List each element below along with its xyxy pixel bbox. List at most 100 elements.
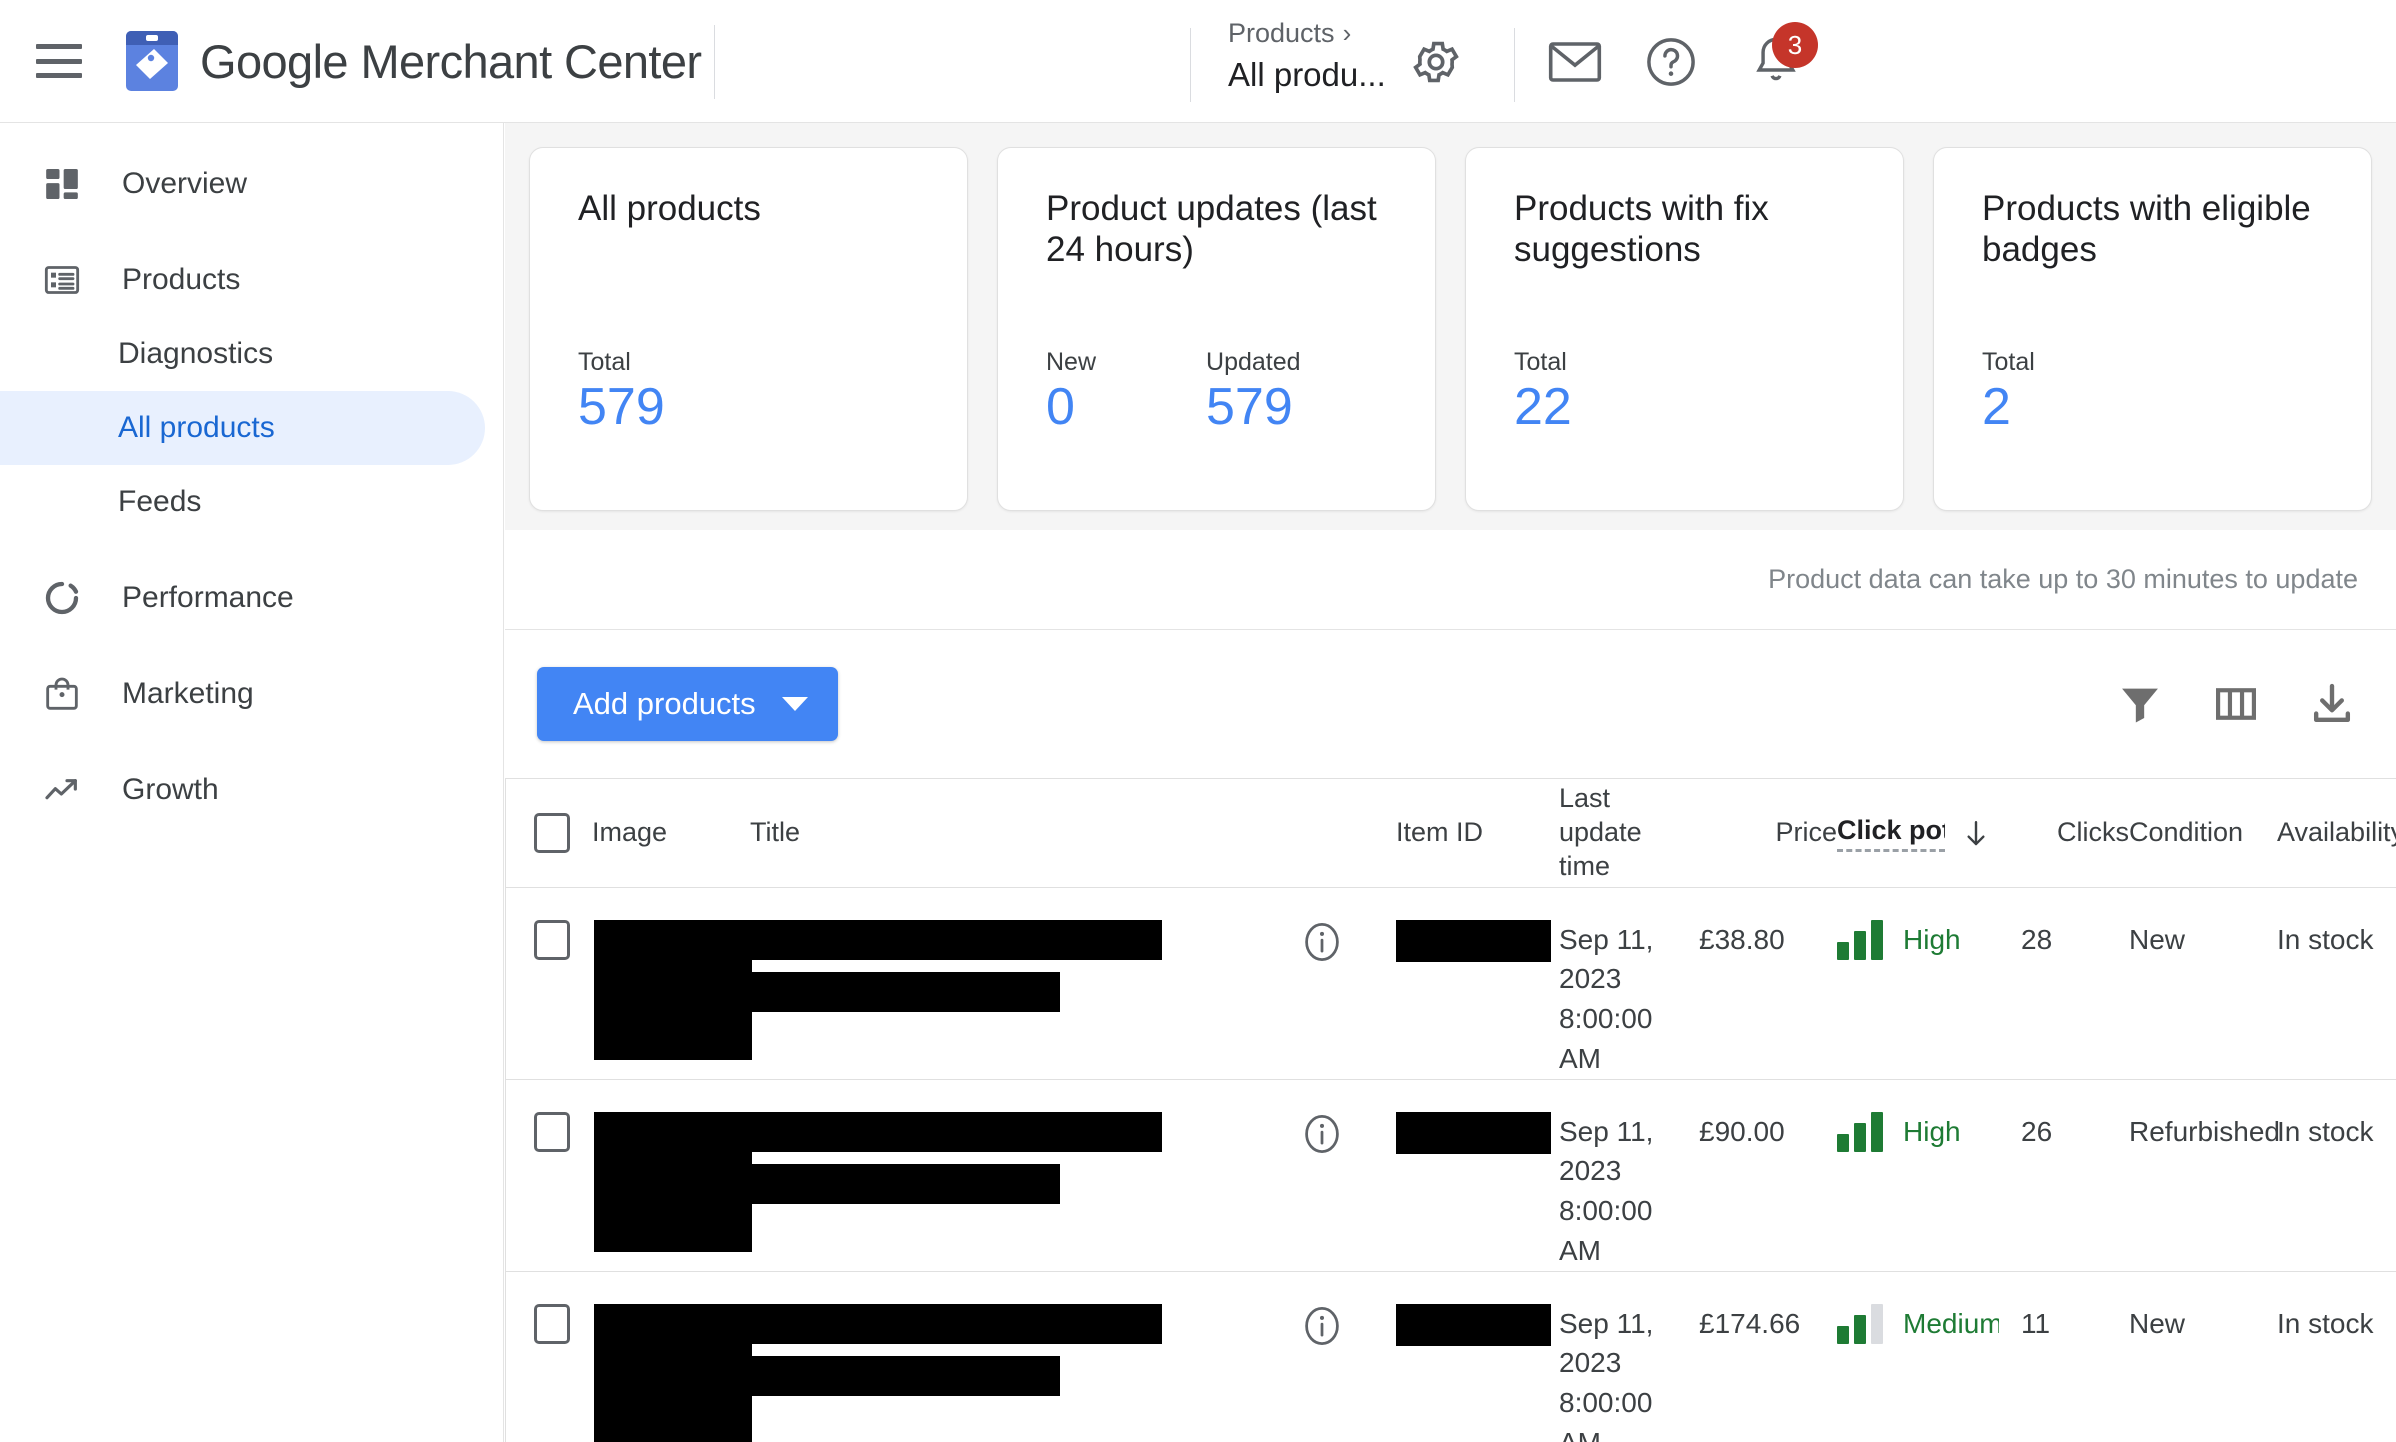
metric-label: Total xyxy=(1982,347,2035,376)
product-title-redacted xyxy=(750,1303,1162,1344)
summary-card-eligible-badges: Products with eligible badges Total 2 xyxy=(1933,147,2372,511)
item-id-redacted xyxy=(1396,919,1551,962)
brand-logo-group[interactable]: Google Merchant Center xyxy=(126,31,702,91)
condition-cell: New xyxy=(2129,1271,2277,1442)
click-potential-label: Medium xyxy=(1903,1307,1999,1339)
breadcrumb-parent[interactable]: Products xyxy=(1228,18,1335,49)
row-checkbox-cell xyxy=(506,1079,592,1272)
sidebar-item-label: All products xyxy=(118,411,275,444)
metric-value[interactable]: 579 xyxy=(578,378,665,436)
row-checkbox[interactable] xyxy=(534,1303,570,1344)
metric: Total 579 xyxy=(578,348,665,436)
hamburger-menu-icon[interactable] xyxy=(36,44,82,78)
card-title: All products xyxy=(578,189,761,228)
header-divider-1 xyxy=(714,25,715,99)
availability-cell: In stock xyxy=(2277,1271,2396,1442)
click-potential-bars-icon xyxy=(1837,1303,1883,1344)
card-metrics: Total 2 xyxy=(1982,348,2323,470)
metric-label: Total xyxy=(578,347,631,376)
download-icon[interactable] xyxy=(2304,676,2360,732)
mail-icon[interactable] xyxy=(1548,38,1602,86)
column-header-last-update-time[interactable]: Last update time xyxy=(1559,779,1699,888)
row-checkbox[interactable] xyxy=(534,1111,570,1152)
product-subtitle-redacted xyxy=(750,971,1060,1012)
info-icon[interactable] xyxy=(1300,1306,1344,1354)
product-title-redacted xyxy=(750,919,1162,960)
brand-title: Google Merchant Center xyxy=(200,34,702,89)
column-header-availability[interactable]: Availability xyxy=(2277,779,2396,888)
metric: Updated 579 xyxy=(1206,348,1301,436)
sidebar-item-label: Marketing xyxy=(122,677,254,710)
list-icon xyxy=(40,258,84,302)
sidebar-item-label: Feeds xyxy=(118,485,202,518)
sidebar-item-label: Products xyxy=(122,263,241,296)
sidebar-item-performance[interactable]: Performance xyxy=(0,561,485,635)
last-update-time-cell: Sep 11,2023 8:00:00 AM xyxy=(1559,1271,1699,1442)
column-header-click-potential[interactable]: Click potentia xyxy=(1837,779,2021,888)
chevron-right-icon: › xyxy=(1342,18,1352,48)
sidebar-item-products[interactable]: Products xyxy=(0,243,485,317)
row-checkbox[interactable] xyxy=(534,919,570,960)
sidebar-item-feeds[interactable]: Feeds xyxy=(0,465,485,539)
product-info-cell xyxy=(1300,1271,1396,1442)
app-header: Google Merchant Center Products › All pr… xyxy=(0,0,2396,123)
metric-value[interactable]: 22 xyxy=(1514,378,1572,436)
brand-google: Google xyxy=(200,34,349,88)
table-row[interactable]: Sep 11,2023 8:00:00 AM £174.66 Medium xyxy=(506,1271,2396,1442)
column-header-condition[interactable]: Condition xyxy=(2129,779,2277,888)
columns-icon[interactable] xyxy=(2208,676,2264,732)
product-image-cell xyxy=(592,887,752,1080)
product-title-cell xyxy=(750,1271,1300,1442)
gear-icon[interactable] xyxy=(1410,36,1462,88)
select-all-checkbox[interactable] xyxy=(534,812,570,853)
column-header-clicks[interactable]: Clicks xyxy=(2021,779,2129,888)
merchant-center-logo-icon xyxy=(126,31,178,91)
column-header-item-id[interactable]: Item ID xyxy=(1396,779,1559,888)
metric-value[interactable]: 2 xyxy=(1982,378,2035,436)
item-id-cell xyxy=(1396,1079,1559,1272)
table-row[interactable]: Sep 11, 2023 8:00:00 AM £38.80 High 28 N… xyxy=(506,887,2396,1080)
last-update-clock: 8:00:00 AM xyxy=(1559,1195,1653,1266)
donut-chart-icon xyxy=(40,576,84,620)
click-potential-label: High xyxy=(1903,923,1961,955)
help-icon[interactable] xyxy=(1645,36,1697,88)
last-update-clock: 8:00:00 AM xyxy=(1559,1003,1653,1074)
column-header-image[interactable]: Image xyxy=(592,779,750,888)
condition-cell: New xyxy=(2129,887,2277,1080)
card-title: Product updates (last 24 hours) xyxy=(1046,189,1377,270)
availability-cell: In stock xyxy=(2277,1079,2396,1272)
info-icon[interactable] xyxy=(1300,1114,1344,1162)
sidebar-item-label: Overview xyxy=(122,167,248,200)
sidebar-item-diagnostics[interactable]: Diagnostics xyxy=(0,317,485,391)
metric-label: Total xyxy=(1514,347,1567,376)
click-potential-bars-icon xyxy=(1837,1111,1883,1152)
table-header: Image Title Item ID Last update time Pri… xyxy=(506,779,2396,888)
sort-descending-arrow-icon[interactable] xyxy=(1959,816,1993,850)
item-id-cell xyxy=(1396,1271,1559,1442)
column-header-click-potential-label: Click potentia xyxy=(1837,814,1945,852)
sidebar-item-marketing[interactable]: Marketing xyxy=(0,657,485,731)
product-subtitle-redacted xyxy=(750,1163,1060,1204)
info-icon[interactable] xyxy=(1300,922,1344,970)
metric-value[interactable]: 0 xyxy=(1046,378,1096,436)
trending-up-icon xyxy=(40,768,84,812)
column-header-title[interactable]: Title xyxy=(750,779,1300,888)
sidebar-nav: Overview Products Diagnostics All produc… xyxy=(0,123,504,1442)
availability-cell: In stock xyxy=(2277,887,2396,1080)
table-row[interactable]: Sep 11, 2023 8:00:00 AM £90.00 High 26 R… xyxy=(506,1079,2396,1272)
metric-value[interactable]: 579 xyxy=(1206,378,1301,436)
data-freshness-notice: Product data can take up to 30 minutes t… xyxy=(505,530,2396,630)
row-checkbox-cell xyxy=(506,887,592,1080)
last-update-time-cell: Sep 11,2023 8:00:00 AM xyxy=(1559,1079,1699,1272)
sidebar-item-growth[interactable]: Growth xyxy=(0,753,485,827)
sidebar-item-label: Growth xyxy=(122,773,219,806)
sidebar-item-all-products[interactable]: All products xyxy=(0,391,485,465)
add-products-button[interactable]: Add products xyxy=(537,667,838,741)
filter-funnel-icon[interactable] xyxy=(2112,676,2168,732)
column-header-price[interactable]: Price xyxy=(1699,779,1837,888)
sidebar-item-overview[interactable]: Overview xyxy=(0,147,485,221)
card-metrics: Total 22 xyxy=(1514,348,1855,470)
click-potential-cell: High xyxy=(1837,1079,2021,1272)
